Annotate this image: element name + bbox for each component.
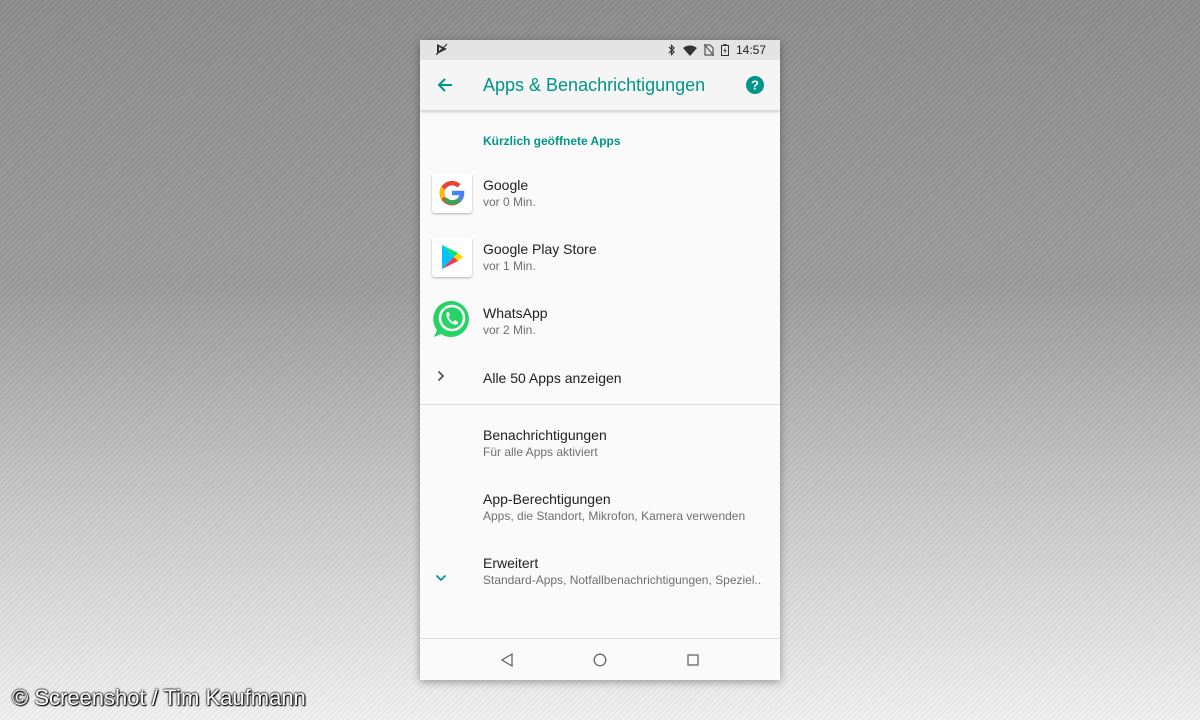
app-last-used: vor 2 Min. [483,322,536,337]
app-name: Google [483,176,529,193]
whatsapp-icon [432,299,472,344]
setting-title: Erweitert [483,554,539,571]
play-store-icon [431,237,472,277]
setting-advanced[interactable]: Erweitert Standard-Apps, Notfallbenachri… [420,539,780,603]
wifi-icon [682,45,697,56]
copyright-watermark: © Screenshot / Tim Kaufmann [12,685,306,710]
page-title: Apps & Benachrichtigungen [483,74,706,95]
app-name: WhatsApp [483,304,548,321]
setting-subtitle: Für alle Apps aktiviert [483,444,598,459]
app-last-used: vor 0 Min. [483,194,536,209]
recent-apps-header: Kürzlich geöffnete Apps [483,134,621,148]
nav-home-icon[interactable] [580,640,620,680]
recent-app-play-store[interactable]: Google Play Store vor 1 Min. [420,225,780,289]
app-bar: Apps & Benachrichtigungen ? [420,60,780,110]
back-arrow-icon[interactable] [420,60,470,110]
phone-screen: 14:57 Apps & Benachrichtigungen ? Kürzli… [420,40,780,680]
google-icon [431,173,472,213]
recent-app-whatsapp[interactable]: WhatsApp vor 2 Min. [420,289,780,353]
play-notification-icon [435,43,448,58]
setting-app-permissions[interactable]: App-Berechtigungen Apps, die Standort, M… [420,475,780,539]
status-bar: 14:57 [420,40,780,60]
app-last-used: vor 1 Min. [483,258,536,273]
recent-app-google[interactable]: Google vor 0 Min. [420,161,780,225]
battery-charging-icon [720,44,729,56]
status-time: 14:57 [735,43,766,57]
chevron-down-icon [435,569,447,587]
setting-subtitle: Standard-Apps, Notfallbenachrichtigungen… [483,572,762,587]
setting-notifications[interactable]: Benachrichtigungen Für alle Apps aktivie… [420,411,780,475]
no-sim-icon [703,44,714,56]
navigation-bar [420,638,780,680]
setting-title: Benachrichtigungen [483,426,607,443]
show-all-label: Alle 50 Apps anzeigen [483,370,622,386]
bluetooth-icon [668,44,676,56]
settings-list: Kürzlich geöffnete Apps Google vor 0 Min… [420,110,780,603]
nav-back-icon[interactable] [487,640,527,680]
nav-recents-icon[interactable] [673,640,713,680]
app-name: Google Play Store [483,240,597,257]
chevron-right-icon [437,369,445,387]
section-divider [420,404,780,405]
help-icon[interactable]: ? [730,60,780,110]
setting-subtitle: Apps, die Standort, Mikrofon, Kamera ver… [483,508,746,523]
show-all-apps[interactable]: Alle 50 Apps anzeigen [420,353,780,403]
svg-text:?: ? [751,78,759,93]
setting-title: App-Berechtigungen [483,490,611,507]
